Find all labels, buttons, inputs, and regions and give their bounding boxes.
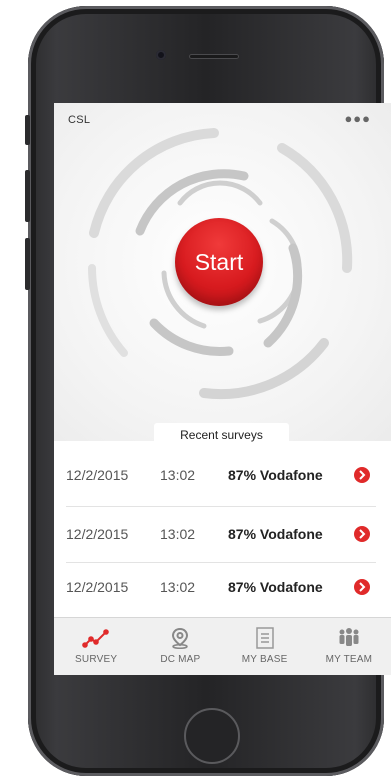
team-people-icon — [336, 626, 362, 650]
volume-down-button — [25, 238, 30, 290]
survey-time: 13:02 — [160, 467, 196, 483]
survey-result: 87% Vodafone — [228, 467, 323, 483]
earpiece-speaker — [189, 54, 239, 59]
survey-date: 12/2/2015 — [66, 526, 129, 542]
survey-time: 13:02 — [160, 526, 196, 542]
survey-graph-icon — [82, 626, 110, 650]
tab-survey[interactable]: SURVEY — [54, 618, 138, 675]
survey-result: 87% Vodafone — [228, 579, 323, 595]
tab-label: DC MAP — [160, 654, 201, 665]
tab-label: SURVEY — [75, 654, 118, 665]
bottom-tab-bar: SURVEY DC MAP MY BASE MY TEAM — [54, 617, 391, 675]
survey-row[interactable]: 12/2/2015 13:02 87% Vodafone — [66, 562, 381, 612]
tab-my-base[interactable]: MY BASE — [223, 618, 307, 675]
survey-result: 87% Vodafone — [228, 526, 323, 542]
survey-date: 12/2/2015 — [66, 579, 129, 595]
tab-label: MY BASE — [241, 654, 288, 665]
tab-dc-map[interactable]: DC MAP — [138, 618, 222, 675]
volume-up-button — [25, 170, 30, 222]
list-document-icon — [255, 626, 275, 650]
map-pin-icon — [169, 626, 191, 650]
home-button[interactable] — [184, 708, 240, 764]
start-button[interactable]: Start — [175, 218, 263, 306]
tab-label: MY TEAM — [325, 654, 373, 665]
chevron-right-icon[interactable] — [354, 579, 370, 595]
survey-row[interactable]: 12/2/2015 13:02 87% Vodafone — [66, 450, 381, 500]
front-camera — [156, 50, 166, 60]
recent-surveys-title: Recent surveys — [154, 423, 289, 447]
app-screen: CSL ●●● Start Recent surveys 12/2/2015 1… — [54, 103, 391, 675]
mute-switch — [25, 115, 30, 145]
chevron-right-icon[interactable] — [354, 467, 370, 483]
tab-my-team[interactable]: MY TEAM — [307, 618, 391, 675]
chevron-right-icon[interactable] — [354, 526, 370, 542]
survey-time: 13:02 — [160, 579, 196, 595]
survey-row[interactable]: 12/2/2015 13:02 87% Vodafone — [66, 509, 381, 559]
row-divider — [66, 506, 376, 507]
survey-date: 12/2/2015 — [66, 467, 129, 483]
